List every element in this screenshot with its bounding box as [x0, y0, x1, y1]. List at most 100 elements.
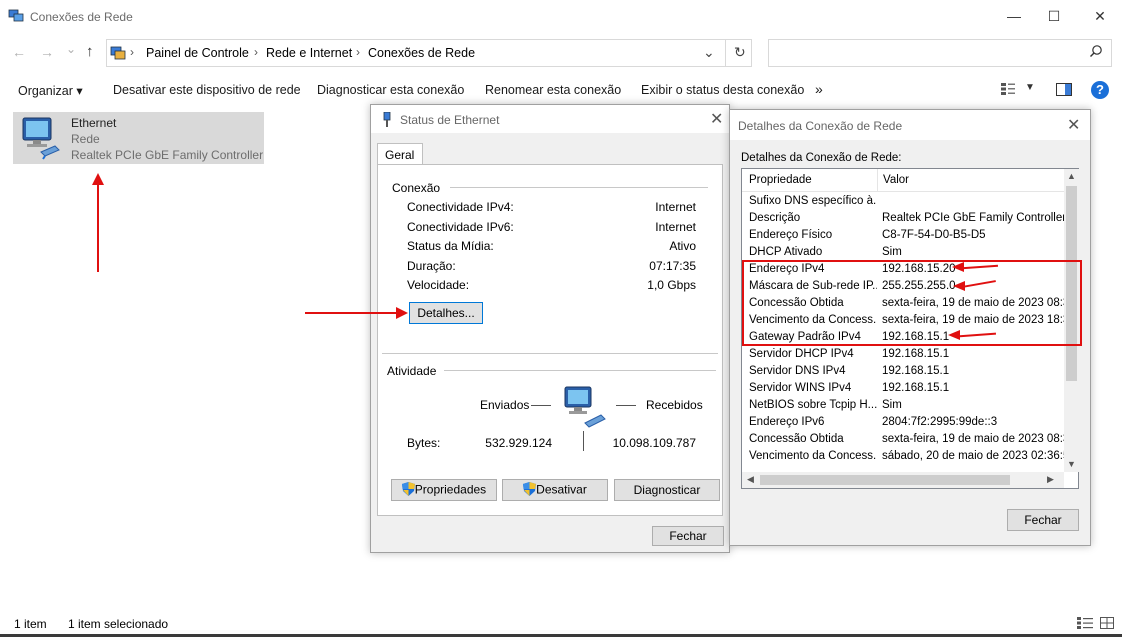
ethernet-plug-icon: [382, 111, 392, 131]
table-row[interactable]: Endereço IPv6 2804:7f2:2995:99de::3: [742, 415, 1066, 432]
details-dialog-title: Detalhes da Conexão de Rede: [738, 119, 903, 133]
command-bar: Organizar ▾ Desativar este dispositivo d…: [0, 76, 1122, 104]
details-button[interactable]: Detalhes...: [409, 302, 483, 324]
maximize-button[interactable]: ☐: [1044, 8, 1064, 28]
ipv6-connectivity-label: Conectividade IPv6:: [407, 220, 514, 234]
ipv4-connectivity-label: Conectividade IPv4:: [407, 200, 514, 214]
annotation-arrowhead-mask: [953, 281, 965, 291]
up-arrow-icon[interactable]: ↑: [86, 43, 94, 60]
recent-dropdown-icon[interactable]: ⌄: [66, 42, 76, 56]
column-value[interactable]: Valor: [883, 174, 909, 186]
breadcrumb-network-internet[interactable]: Rede e Internet: [266, 46, 352, 60]
adapter-name: Ethernet: [71, 116, 117, 130]
annotation-arrowhead-right: [396, 307, 408, 319]
help-icon[interactable]: ?: [1091, 81, 1109, 99]
adapter-network: Rede: [71, 132, 100, 146]
bytes-label: Bytes:: [407, 436, 441, 450]
network-connections-icon: [8, 9, 24, 23]
status-dialog-title: Status de Ethernet: [400, 113, 500, 127]
table-row[interactable]: Servidor WINS IPv4 192.168.15.1: [742, 381, 1066, 398]
diagnose-button[interactable]: Diagnosticar: [614, 479, 720, 501]
details-header-label: Detalhes da Conexão de Rede:: [741, 152, 902, 164]
ipv4-connectivity-value: Internet: [655, 200, 696, 214]
sent-label: Enviados: [480, 398, 530, 412]
status-dialog-close-icon[interactable]: ✕: [710, 109, 723, 129]
table-row[interactable]: Servidor DNS IPv4 192.168.15.1: [742, 364, 1066, 381]
breadcrumb-network-connections[interactable]: Conexões de Rede: [368, 46, 475, 60]
properties-button[interactable]: Propriedades: [391, 479, 497, 501]
change-view-icon[interactable]: [1000, 82, 1016, 99]
table-row[interactable]: Descrição Realtek PCIe GbE Family Control…: [742, 211, 1066, 228]
table-row[interactable]: Servidor DHCP IPv4 192.168.15.1: [742, 347, 1066, 364]
table-row[interactable]: Vencimento da Concess... sábado, 20 de ma…: [742, 449, 1066, 466]
uac-shield-icon: [523, 481, 537, 499]
rename-connection-button[interactable]: Renomear esta conexão: [485, 83, 621, 97]
connection-group-label: Conexão: [392, 181, 441, 195]
close-window-button[interactable]: ✕: [1090, 8, 1110, 28]
annotation-highlight-box: [742, 260, 1082, 346]
media-status-label: Status da Mídia:: [407, 239, 494, 253]
more-commands-button[interactable]: »: [815, 81, 823, 97]
scroll-right-icon[interactable]: ▶: [1047, 474, 1054, 485]
details-dialog-close-icon[interactable]: ✕: [1067, 115, 1080, 135]
large-icons-view-icon[interactable]: [1100, 617, 1114, 632]
annotation-arrowhead-ipv4: [952, 262, 964, 272]
forward-arrow-icon[interactable]: →: [40, 44, 54, 60]
media-status-value: Ativo: [669, 239, 696, 253]
selected-count: 1 item selecionado: [68, 617, 169, 631]
ethernet-adapter-item[interactable]: Ethernet Rede Realtek PCIe GbE Family Co…: [13, 112, 264, 164]
table-row[interactable]: Concessão Obtida sexta-feira, 19 de maio …: [742, 432, 1066, 449]
view-status-button[interactable]: Exibir o status desta conexão: [641, 83, 804, 97]
window-titlebar: Conexões de Rede — ☐ ✕: [0, 0, 1122, 36]
horizontal-scrollbar[interactable]: ◀ ▶: [742, 472, 1064, 488]
preview-pane-icon[interactable]: [1056, 83, 1072, 99]
table-row[interactable]: Endereço Físico C8-7F-54-D0-B5-D5: [742, 228, 1066, 245]
duration-value: 07:17:35: [649, 259, 696, 273]
network-activity-icon: [561, 385, 611, 434]
search-icon: [1089, 44, 1103, 61]
ipv6-connectivity-value: Internet: [655, 220, 696, 234]
breadcrumb-control-panel[interactable]: Painel de Controle: [146, 46, 249, 60]
horizontal-scroll-thumb[interactable]: [760, 475, 1010, 485]
duration-label: Duração:: [407, 259, 456, 273]
tab-general[interactable]: Geral: [377, 143, 423, 165]
scroll-up-icon[interactable]: ▲: [1067, 171, 1076, 181]
adapter-device: Realtek PCIe GbE Family Controller: [71, 148, 264, 162]
details-view-icon[interactable]: [1077, 617, 1093, 632]
speed-label: Velocidade:: [407, 278, 470, 292]
scroll-down-icon[interactable]: ▼: [1067, 459, 1076, 469]
column-property[interactable]: Propriedade: [749, 174, 812, 186]
details-list-header: Propriedade Valor: [742, 169, 1066, 192]
diagnose-connection-button[interactable]: Diagnosticar esta conexão: [317, 83, 464, 97]
minimize-button[interactable]: —: [1004, 8, 1024, 28]
annotation-arrowhead-gateway: [948, 330, 960, 340]
general-tab-panel: Conexão Conectividade IPv4: Internet Con…: [377, 164, 723, 516]
address-dropdown-icon[interactable]: ⌄: [703, 44, 715, 61]
annotation-arrow-up: [97, 182, 99, 272]
back-arrow-icon[interactable]: ←: [12, 44, 26, 60]
disable-device-button[interactable]: Desativar este dispositivo de rede: [113, 83, 301, 97]
refresh-icon[interactable]: ↻: [734, 44, 746, 61]
disable-button[interactable]: Desativar: [502, 479, 608, 501]
address-bar[interactable]: › Painel de Controle › Rede e Internet ›…: [106, 39, 752, 67]
table-row[interactable]: NetBIOS sobre Tcpip H... Sim: [742, 398, 1066, 415]
annotation-arrow-right: [305, 312, 397, 314]
control-panel-icon: [110, 45, 126, 61]
item-count: 1 item: [14, 617, 47, 631]
annotation-arrowhead-up: [92, 173, 104, 185]
organize-button[interactable]: Organizar ▾: [18, 83, 83, 98]
ethernet-status-dialog: Status de Ethernet ✕ Geral Conexão Conec…: [370, 104, 730, 553]
details-dialog-titlebar: Detalhes da Conexão de Rede ✕: [730, 110, 1090, 140]
network-adapter-icon: [19, 116, 61, 163]
status-dialog-titlebar: Status de Ethernet ✕: [371, 105, 729, 133]
scroll-left-icon[interactable]: ◀: [747, 474, 754, 485]
details-close-button[interactable]: Fechar: [1007, 509, 1079, 531]
search-input[interactable]: [768, 39, 1112, 67]
view-options-dropdown-icon[interactable]: ▼: [1025, 82, 1035, 93]
activity-group-label: Atividade: [387, 364, 437, 378]
bytes-received-value: 10.098.109.787: [612, 436, 696, 450]
speed-value: 1,0 Gbps: [647, 278, 696, 292]
table-row[interactable]: Sufixo DNS específico à...: [742, 194, 1066, 211]
uac-shield-icon: [401, 481, 415, 499]
status-close-button[interactable]: Fechar: [652, 526, 724, 546]
